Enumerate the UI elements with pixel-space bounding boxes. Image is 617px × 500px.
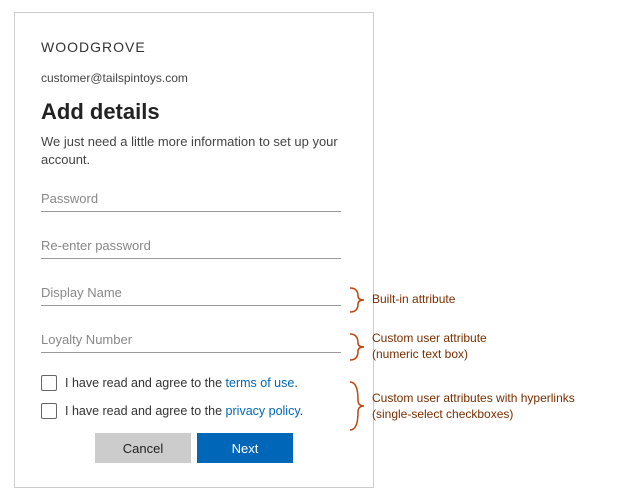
cancel-button[interactable]: Cancel: [95, 433, 191, 463]
password-field-wrap: [41, 187, 341, 212]
callout-builtin: Built-in attribute: [372, 291, 455, 307]
password-input[interactable]: [41, 187, 341, 212]
loyalty-field-wrap: [41, 328, 341, 353]
repassword-input[interactable]: [41, 234, 341, 259]
callout-custom-numeric-line2: (numeric text box): [372, 347, 468, 361]
callout-custom-checks-line1: Custom user attributes with hyperlinks: [372, 391, 575, 405]
privacy-checkbox[interactable]: [41, 403, 57, 419]
brand-name: WOODGROVE: [41, 39, 347, 55]
terms-dot: .: [294, 376, 297, 390]
button-row: Cancel Next: [41, 433, 347, 463]
callout-custom-numeric: Custom user attribute (numeric text box): [372, 330, 487, 362]
terms-check-row: I have read and agree to the terms of us…: [41, 375, 347, 391]
brace-builtin-icon: [348, 286, 366, 314]
repassword-field-wrap: [41, 234, 341, 259]
next-button[interactable]: Next: [197, 433, 293, 463]
terms-checkbox[interactable]: [41, 375, 57, 391]
checkbox-group: I have read and agree to the terms of us…: [41, 375, 347, 419]
displayname-input[interactable]: [41, 281, 341, 306]
user-email: customer@tailspintoys.com: [41, 71, 347, 85]
privacy-label: I have read and agree to the privacy pol…: [65, 404, 303, 418]
callout-custom-numeric-line1: Custom user attribute: [372, 331, 487, 345]
callout-custom-checks: Custom user attributes with hyperlinks (…: [372, 390, 575, 422]
privacy-prefix: I have read and agree to the: [65, 404, 226, 418]
loyalty-input[interactable]: [41, 328, 341, 353]
terms-prefix: I have read and agree to the: [65, 376, 226, 390]
callout-custom-checks-line2: (single-select checkboxes): [372, 407, 513, 421]
terms-label: I have read and agree to the terms of us…: [65, 376, 298, 390]
signup-panel: WOODGROVE customer@tailspintoys.com Add …: [14, 12, 374, 488]
brace-custom-numeric-icon: [348, 332, 366, 362]
terms-link[interactable]: terms of use: [226, 376, 295, 390]
brace-custom-checks-icon: [348, 380, 366, 432]
page-subtitle: We just need a little more information t…: [41, 133, 347, 169]
page-title: Add details: [41, 99, 347, 125]
privacy-dot: .: [300, 404, 303, 418]
privacy-link[interactable]: privacy policy: [226, 404, 300, 418]
privacy-check-row: I have read and agree to the privacy pol…: [41, 403, 347, 419]
displayname-field-wrap: [41, 281, 341, 306]
